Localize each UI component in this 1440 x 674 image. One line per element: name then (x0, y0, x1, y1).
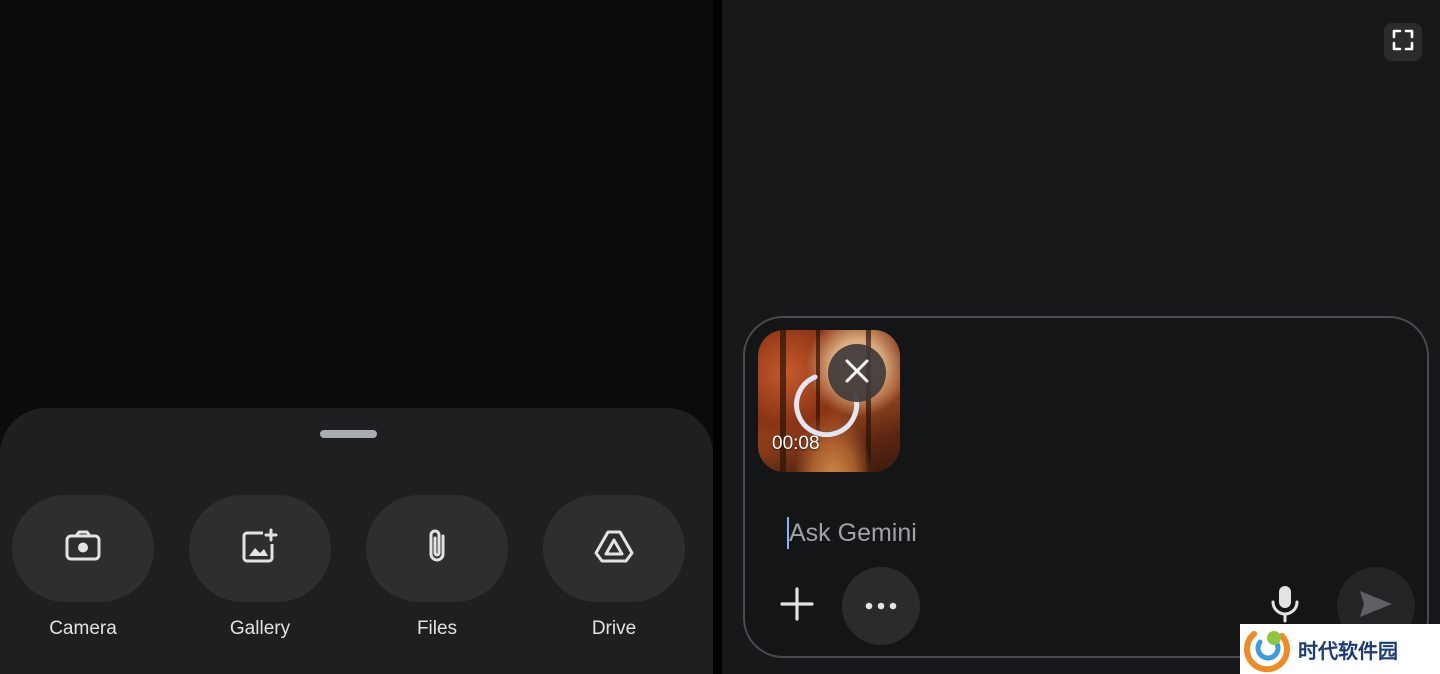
watermark-text: 时代软件园 (1298, 638, 1398, 663)
gallery-button[interactable] (189, 495, 331, 602)
fullscreen-button[interactable] (1384, 23, 1422, 61)
watermark-logo-icon (1240, 624, 1296, 674)
files-button[interactable] (366, 495, 508, 602)
more-options-button[interactable] (842, 567, 920, 645)
camera-label: Camera (49, 618, 117, 639)
remove-attachment-button[interactable] (828, 344, 886, 402)
more-horiz-icon (865, 597, 897, 615)
add-button[interactable] (777, 586, 817, 626)
split-divider[interactable] (713, 0, 722, 674)
plus-icon (780, 586, 814, 626)
drive-label: Drive (591, 618, 637, 639)
drive-button[interactable] (543, 495, 685, 602)
right-panel: 00:08 Ask Gemini (722, 0, 1440, 674)
fullscreen-icon (1391, 28, 1415, 57)
paperclip-icon (424, 526, 450, 571)
gallery-add-icon (241, 528, 279, 569)
microphone-button[interactable] (1265, 584, 1305, 628)
microphone-icon (1270, 584, 1300, 629)
close-icon (844, 358, 870, 389)
attach-option-files[interactable]: Files (366, 495, 508, 640)
attach-option-camera[interactable]: Camera (12, 495, 154, 640)
send-icon (1358, 589, 1394, 624)
video-attachment-thumbnail[interactable]: 00:08 (758, 330, 900, 472)
video-duration: 00:08 (772, 433, 820, 454)
drive-icon (593, 528, 635, 569)
attach-option-gallery[interactable]: Gallery (189, 495, 331, 640)
site-watermark: 时代软件园 (1240, 624, 1440, 674)
attach-option-drive[interactable]: Drive (543, 495, 685, 640)
camera-button[interactable] (12, 495, 154, 602)
screen: Camera Gallery Files Drive 00:08 Ask Gem… (0, 0, 1440, 674)
gallery-label: Gallery (229, 618, 291, 639)
sheet-drag-handle[interactable] (320, 430, 377, 438)
attach-bottom-sheet: Camera Gallery Files Drive (0, 408, 713, 674)
left-panel: Camera Gallery Files Drive (0, 0, 716, 674)
files-label: Files (416, 618, 458, 639)
camera-icon (64, 529, 102, 568)
prompt-composer: 00:08 Ask Gemini (743, 316, 1429, 658)
prompt-input[interactable]: Ask Gemini (787, 516, 1287, 550)
prompt-placeholder: Ask Gemini (789, 518, 917, 547)
